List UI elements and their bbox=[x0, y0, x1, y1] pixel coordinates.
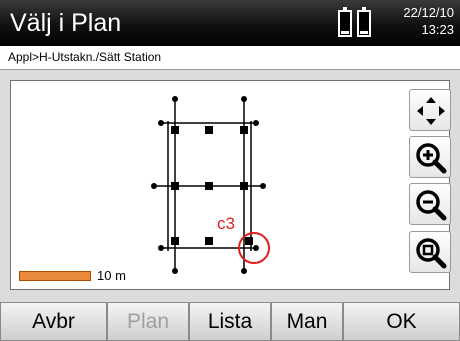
page-title: Välj i Plan bbox=[10, 9, 122, 37]
plan-point[interactable] bbox=[151, 183, 157, 189]
plan-point[interactable] bbox=[172, 268, 178, 274]
plan-point[interactable] bbox=[240, 126, 248, 134]
scale-bar bbox=[19, 271, 91, 281]
zoom-out-button[interactable] bbox=[409, 183, 451, 225]
breadcrumb-text: Appl>H-Utstakn./Sätt Station bbox=[8, 50, 162, 64]
cancel-button[interactable]: Avbr bbox=[0, 302, 107, 341]
zoom-out-icon bbox=[416, 190, 447, 221]
pan-icon bbox=[417, 97, 445, 125]
plan-point[interactable] bbox=[158, 120, 164, 126]
breadcrumb: Appl>H-Utstakn./Sätt Station bbox=[0, 46, 460, 70]
title-bar: Välj i Plan 22/12/10 13:23 bbox=[0, 0, 460, 46]
plan-button: Plan bbox=[107, 302, 189, 341]
list-button[interactable]: Lista bbox=[189, 302, 271, 341]
plan-point[interactable] bbox=[253, 245, 259, 251]
ok-button[interactable]: OK bbox=[343, 302, 460, 341]
plan-point[interactable] bbox=[172, 96, 178, 102]
plan-point[interactable] bbox=[205, 237, 213, 245]
zoom-fit-button[interactable] bbox=[409, 231, 451, 273]
plan-point[interactable] bbox=[241, 96, 247, 102]
battery-status bbox=[338, 6, 372, 40]
datetime: 22/12/10 13:23 bbox=[374, 4, 454, 38]
plan-view[interactable]: c3 10 m bbox=[10, 80, 451, 291]
date-text: 22/12/10 bbox=[403, 5, 454, 20]
zoom-in-icon bbox=[416, 143, 447, 174]
softkey-bar: Avbr Plan Lista Man OK bbox=[0, 302, 460, 341]
manual-button[interactable]: Man bbox=[271, 302, 343, 341]
scale-label: 10 m bbox=[97, 268, 126, 283]
battery-icon bbox=[357, 7, 371, 37]
screen: Välj i Plan 22/12/10 13:23 Appl>H-Utstak… bbox=[0, 0, 460, 341]
plan-drawing[interactable]: c3 bbox=[11, 81, 451, 291]
battery-icon bbox=[338, 7, 352, 37]
plan-point[interactable] bbox=[158, 245, 164, 251]
plan-point[interactable] bbox=[205, 182, 213, 190]
plan-point[interactable] bbox=[171, 182, 179, 190]
plan-point[interactable] bbox=[171, 126, 179, 134]
plan-point-selected[interactable] bbox=[245, 237, 253, 245]
point-label: c3 bbox=[217, 214, 235, 233]
time-text: 13:23 bbox=[421, 22, 454, 37]
plan-point[interactable] bbox=[171, 237, 179, 245]
plan-point[interactable] bbox=[253, 120, 259, 126]
plan-point[interactable] bbox=[205, 126, 213, 134]
plan-point[interactable] bbox=[240, 182, 248, 190]
plan-point[interactable] bbox=[260, 183, 266, 189]
zoom-in-button[interactable] bbox=[409, 136, 451, 178]
pan-button[interactable] bbox=[409, 89, 451, 131]
zoom-fit-icon bbox=[416, 238, 447, 269]
plan-point[interactable] bbox=[241, 268, 247, 274]
